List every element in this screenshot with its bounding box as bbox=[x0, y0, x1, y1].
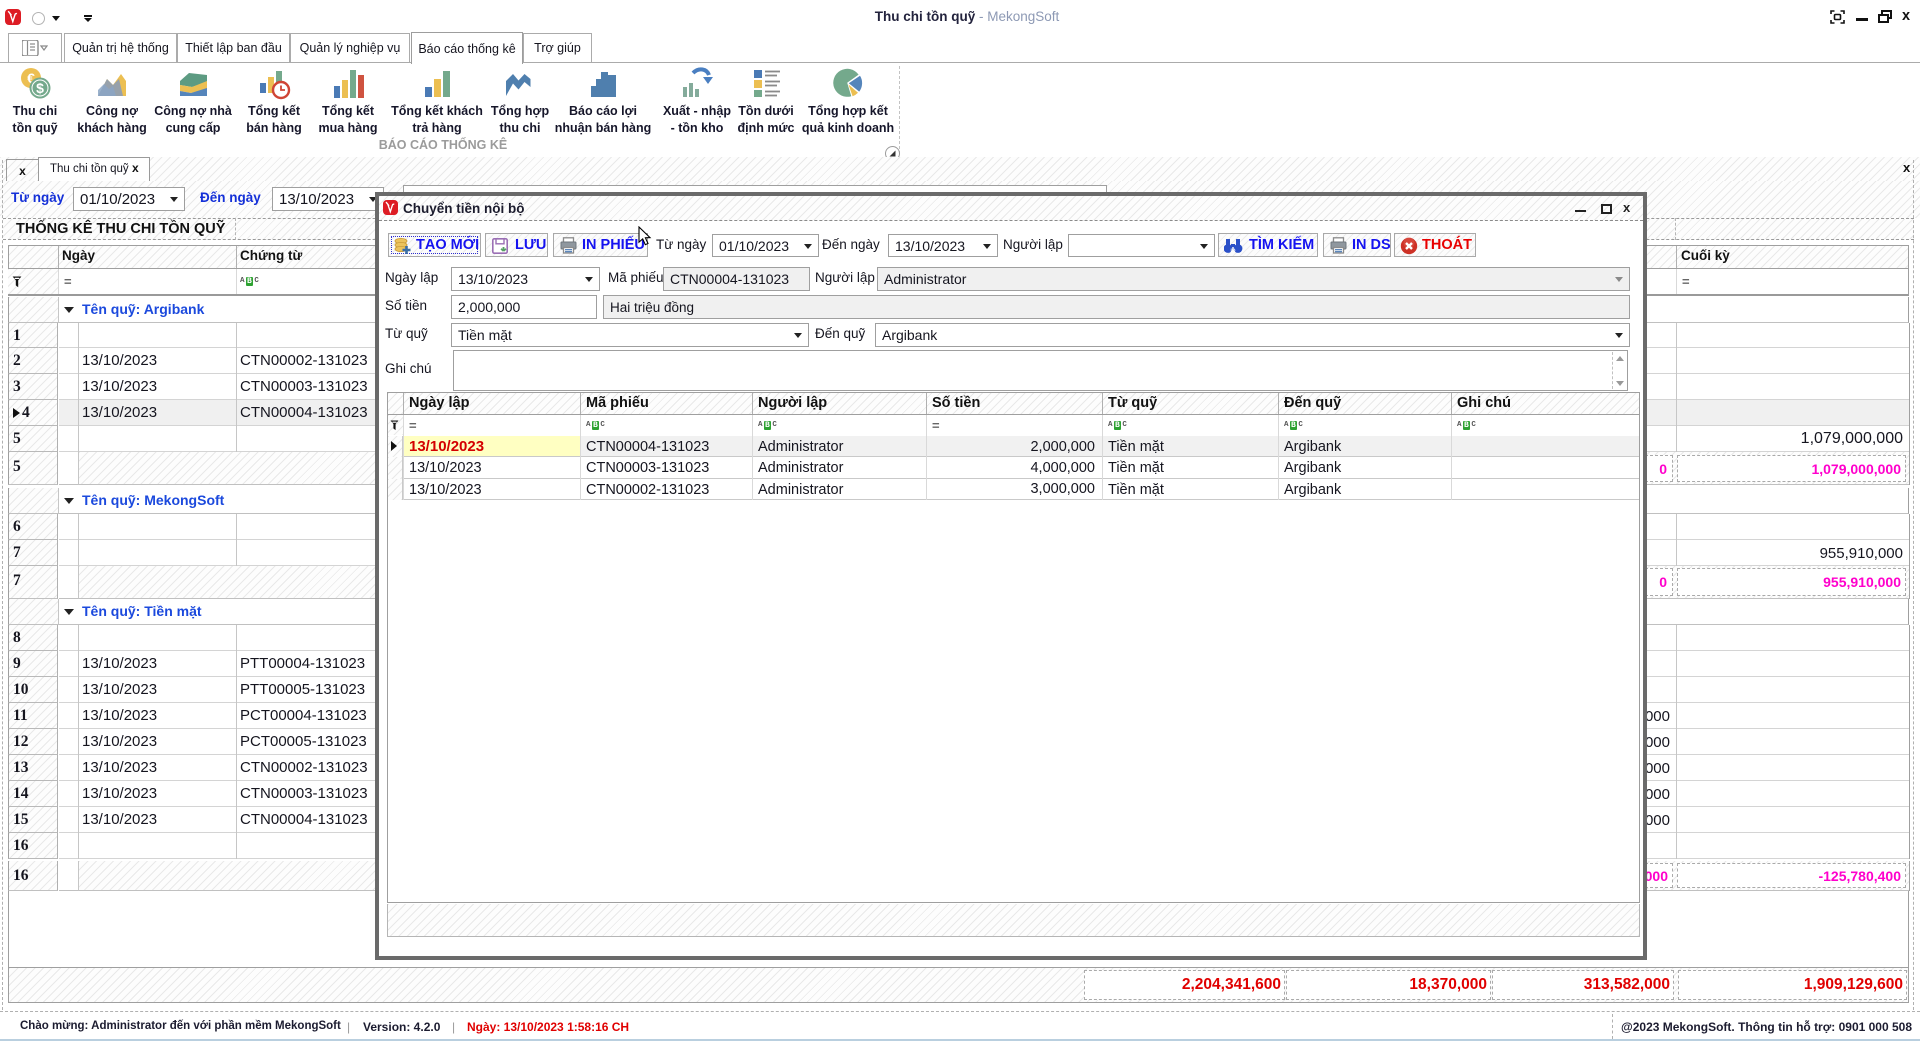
svg-text:$: $ bbox=[36, 80, 44, 96]
svg-text:ID: ID bbox=[1231, 249, 1236, 255]
